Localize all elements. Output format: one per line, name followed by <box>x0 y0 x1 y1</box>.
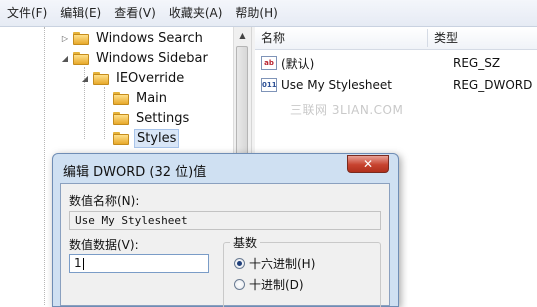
value-type: REG_DWORD <box>453 78 533 92</box>
folder-open-icon <box>73 51 89 65</box>
tree-item-settings[interactable]: Settings <box>100 108 191 128</box>
tree-item-windows-sidebar[interactable]: ◢ Windows Sidebar <box>60 48 210 68</box>
tree-item-label: Settings <box>136 110 190 126</box>
tree-item-label: Main <box>136 90 168 106</box>
value-data-text: 1 <box>74 256 82 270</box>
dialog-title: 编辑 DWORD (32 位)值 <box>63 165 207 180</box>
radio-hexadecimal[interactable]: 十六进制(H) <box>234 255 315 272</box>
folder-open-icon <box>93 71 109 85</box>
radio-decimal[interactable]: 十进制(D) <box>234 276 304 293</box>
collapse-arrow-icon[interactable]: ◢ <box>80 73 90 83</box>
tree-item-label: Windows Search <box>96 30 203 46</box>
column-header-type[interactable]: 类型 <box>428 27 537 49</box>
tree-item-label: IEOverride <box>116 70 185 86</box>
column-header-name[interactable]: 名称 <box>255 27 427 49</box>
menu-favorites[interactable]: 收藏夹(A) <box>162 0 229 26</box>
value-data-label: 数值数据(V): <box>69 238 139 252</box>
tree-item-label-selected: Styles <box>134 128 180 148</box>
value-name-field: Use My Stylesheet <box>69 211 381 230</box>
folder-icon <box>113 111 129 125</box>
base-group-title: 基数 <box>230 234 261 251</box>
value-data-input[interactable]: 1 <box>69 254 209 273</box>
value-name-label: 数值名称(N): <box>69 194 140 208</box>
value-row-default[interactable]: ab (默认) REG_SZ <box>255 52 537 74</box>
menu-view[interactable]: 查看(V) <box>107 0 162 26</box>
menu-file[interactable]: 文件(F) <box>0 0 53 26</box>
scroll-up-arrow-icon[interactable]: ▲ <box>234 27 251 44</box>
tree-item-main[interactable]: Main <box>100 88 169 108</box>
tree-item-windows-search[interactable]: ▷ Windows Search <box>60 28 205 48</box>
folder-icon <box>113 91 129 105</box>
tree-guide-line <box>44 27 46 305</box>
dialog-body: 数值名称(N): Use My Stylesheet 数值数据(V): 1 基数… <box>60 183 390 307</box>
collapse-arrow-icon[interactable]: ◢ <box>60 53 70 63</box>
dword-value-icon: 011 <box>261 78 277 92</box>
folder-icon <box>113 131 129 145</box>
close-button[interactable]: ✕ <box>347 155 389 173</box>
text-caret <box>82 257 84 270</box>
radio-checked-icon[interactable] <box>234 258 245 269</box>
menu-edit[interactable]: 编辑(E) <box>53 0 107 26</box>
radio-label: 十六进制(H) <box>249 257 316 271</box>
menu-bar: 文件(F) 编辑(E) 查看(V) 收藏夹(A) 帮助(H) <box>0 0 537 27</box>
menu-help[interactable]: 帮助(H) <box>228 0 283 26</box>
scroll-thumb[interactable] <box>236 46 248 166</box>
value-row-use-my-stylesheet[interactable]: 011 Use My Stylesheet REG_DWORD <box>255 74 537 96</box>
expand-arrow-icon[interactable]: ▷ <box>60 33 70 43</box>
radio-label: 十进制(D) <box>249 278 304 292</box>
string-value-icon: ab <box>261 56 277 70</box>
base-group: 基数 十六进制(H) 十进制(D) <box>223 234 381 307</box>
tree-item-styles[interactable]: Styles <box>100 128 180 148</box>
value-type: REG_SZ <box>453 56 501 70</box>
tree-item-ieoverride[interactable]: ◢ IEOverride <box>80 68 186 88</box>
edit-dword-dialog: 编辑 DWORD (32 位)值 ✕ 数值名称(N): Use My Style… <box>52 153 399 307</box>
watermark: 三联网 3LIAN.COM <box>290 103 404 117</box>
tree-item-label: Windows Sidebar <box>96 50 208 66</box>
column-header-row: 名称 类型 <box>255 27 537 50</box>
folder-icon <box>73 31 89 45</box>
value-name: Use My Stylesheet <box>281 78 392 92</box>
radio-unchecked-icon[interactable] <box>234 279 245 290</box>
value-name: (默认) <box>281 56 315 71</box>
